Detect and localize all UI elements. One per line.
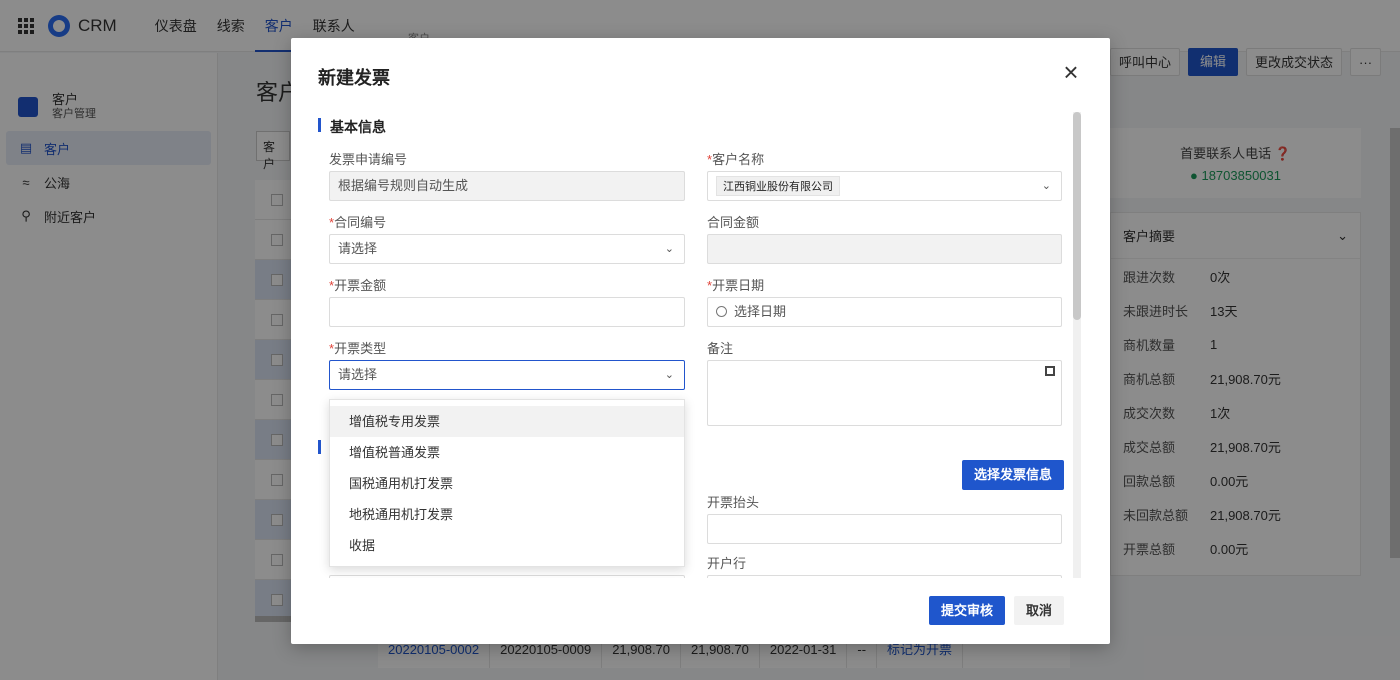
invoice-date-picker[interactable]: 选择日期 <box>707 297 1062 327</box>
clock-icon <box>716 306 727 317</box>
invoice-type-label: *开票类型 <box>329 341 387 356</box>
dialog-body: 基本信息 发票申请编号 根据编号规则自动生成 *客户名称 江西铜业股份有限公司 … <box>291 104 1081 578</box>
chevron-down-icon: ⌄ <box>664 369 674 381</box>
invoice-amount-label: *开票金额 <box>329 278 387 293</box>
dialog-scrollbar[interactable] <box>1073 112 1081 578</box>
invoice-date-label: *开票日期 <box>707 278 765 293</box>
left-field-input[interactable] <box>329 575 685 578</box>
remark-label: 备注 <box>707 341 734 356</box>
invoice-title-label: 开票抬头 <box>707 495 760 510</box>
option-vat-special[interactable]: 增值税专用发票 <box>330 406 684 437</box>
bank-label: 开户行 <box>707 556 747 571</box>
remark-textarea[interactable] <box>707 360 1062 426</box>
chevron-down-icon: ⌄ <box>1041 180 1051 192</box>
contract-amount-label: 合同金额 <box>707 215 760 230</box>
apply-no-label: 发票申请编号 <box>329 152 408 167</box>
option-local-tax-machine[interactable]: 地税通用机打发票 <box>330 499 684 530</box>
section-basic-info: 基本信息 <box>318 117 386 137</box>
apply-no-input[interactable]: 根据编号规则自动生成 <box>329 171 685 201</box>
section-invoice-info-marker <box>318 440 321 454</box>
scrollbar-thumb[interactable] <box>1073 112 1081 320</box>
chevron-down-icon: ⌄ <box>664 243 674 255</box>
customer-name-label: *客户名称 <box>707 152 765 167</box>
contract-no-select[interactable]: 请选择 ⌄ <box>329 234 685 264</box>
invoice-amount-input[interactable] <box>329 297 685 327</box>
cancel-button[interactable]: 取消 <box>1014 596 1065 625</box>
contract-amount-input <box>707 234 1062 264</box>
submit-review-button[interactable]: 提交审核 <box>929 596 1006 625</box>
invoice-type-select[interactable]: 请选择 ⌄ <box>329 360 685 390</box>
option-national-tax-machine[interactable]: 国税通用机打发票 <box>330 468 684 499</box>
new-invoice-dialog: 新建发票 × 基本信息 发票申请编号 根据编号规则自动生成 *客户名称 江西铜业… <box>291 38 1110 644</box>
contract-no-label: *合同编号 <box>329 215 387 230</box>
select-invoice-info-button[interactable]: 选择发票信息 <box>962 460 1065 490</box>
expand-icon[interactable] <box>1045 366 1055 376</box>
bank-input[interactable] <box>707 575 1062 578</box>
dialog-title: 新建发票 <box>318 68 390 88</box>
option-receipt[interactable]: 收据 <box>330 530 684 561</box>
invoice-title-input[interactable] <box>707 514 1062 544</box>
close-icon[interactable]: × <box>1060 59 1082 85</box>
invoice-type-dropdown: 增值税专用发票 增值税普通发票 国税通用机打发票 地税通用机打发票 收据 <box>329 399 685 567</box>
customer-name-select[interactable]: 江西铜业股份有限公司 ⌄ <box>707 171 1062 201</box>
option-vat-normal[interactable]: 增值税普通发票 <box>330 437 684 468</box>
selected-customer-tag: 江西铜业股份有限公司 <box>716 176 840 196</box>
